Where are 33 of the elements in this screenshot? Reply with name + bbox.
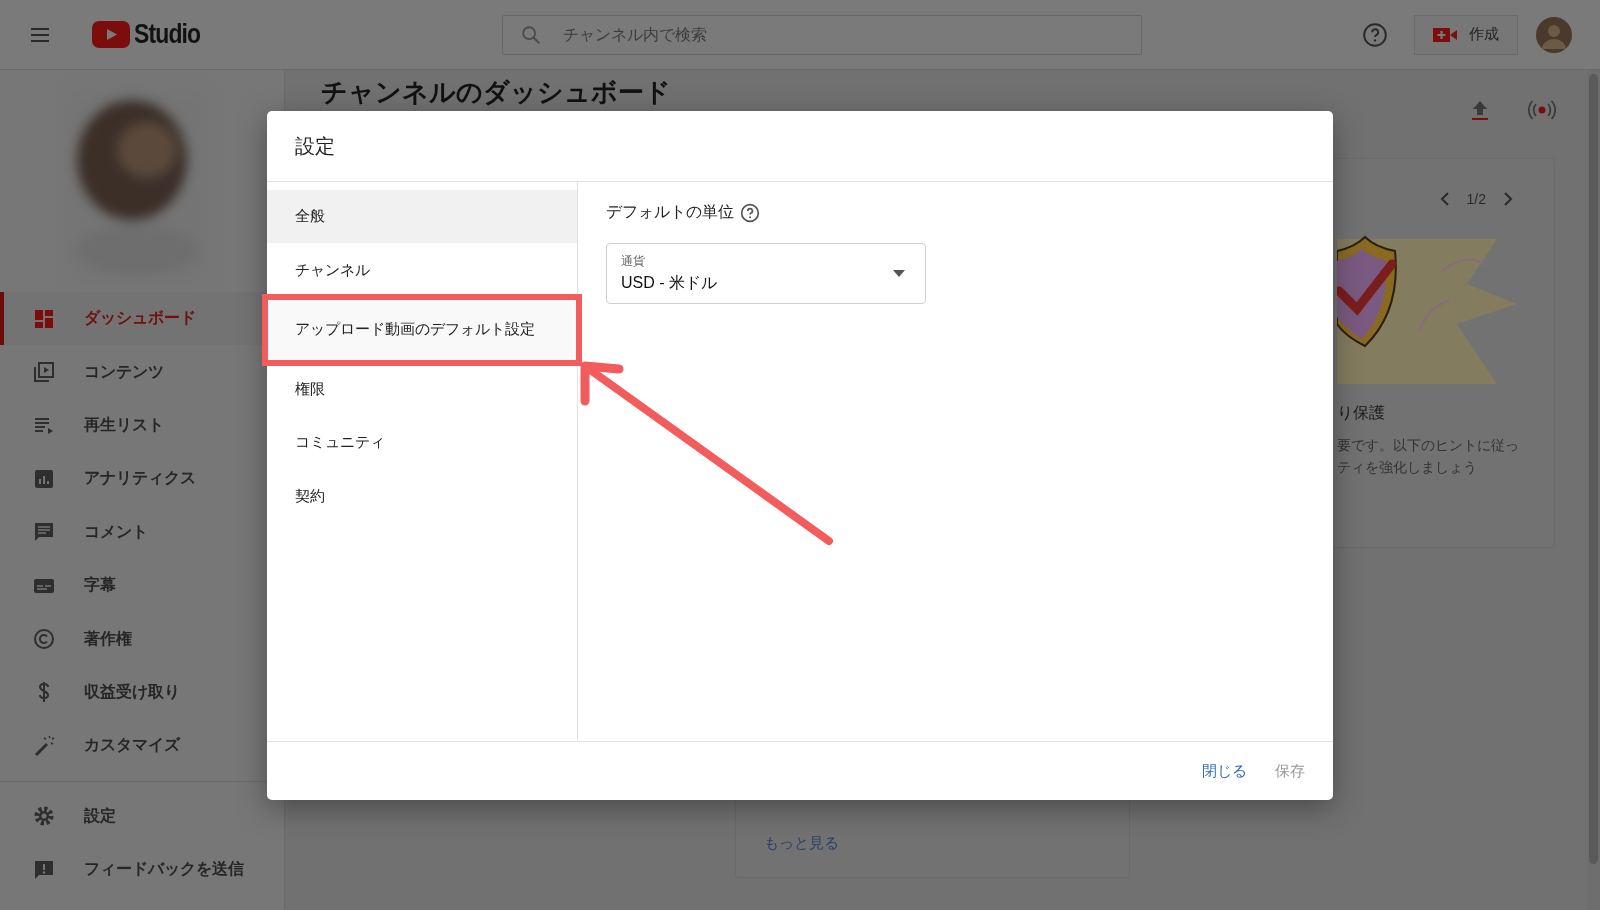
page-title: チャンネルのダッシュボード: [321, 76, 671, 108]
help-icon[interactable]: [740, 202, 760, 223]
avatar[interactable]: [1536, 16, 1572, 53]
settings-tab[interactable]: アップロード動画のデフォルト設定: [265, 296, 579, 363]
section-title: デフォルトの単位: [606, 202, 734, 222]
copyright-icon: [32, 627, 56, 652]
play-logo-icon: [92, 21, 130, 48]
sidebar-item[interactable]: 収益受け取り: [0, 665, 284, 720]
close-button[interactable]: 閉じる: [1192, 753, 1257, 789]
tip-text: 要です。以下のヒントに従っ: [1337, 436, 1520, 455]
magic-wand-icon: [32, 733, 56, 758]
tip-title: り保護: [1337, 403, 1386, 423]
sidebar-item[interactable]: フィードバックを送信: [0, 842, 284, 897]
sidebar-item[interactable]: カスタマイズ: [0, 719, 284, 773]
live-icon[interactable]: [1528, 98, 1556, 122]
more-link[interactable]: もっと見る: [764, 834, 1101, 853]
dialog-title: 設定: [295, 133, 335, 159]
video-library-icon: [32, 360, 56, 385]
currency-select[interactable]: 通貨 USD - 米ドル: [606, 243, 926, 304]
help-icon[interactable]: [1362, 21, 1388, 48]
search-field[interactable]: チャンネル内で検索: [502, 14, 1142, 55]
video-plus-icon: [1433, 26, 1457, 43]
sidebar-item[interactable]: 字幕: [0, 558, 284, 613]
chevron-right-icon[interactable]: [1502, 191, 1514, 207]
sidebar-item[interactable]: 設定: [0, 789, 284, 843]
settings-tab[interactable]: 全般: [267, 190, 577, 244]
search-icon: [520, 23, 542, 46]
dropdown-caret-icon: [893, 270, 905, 277]
logo-text: Studio: [134, 19, 201, 50]
create-button[interactable]: 作成: [1414, 14, 1518, 55]
chevron-left-icon[interactable]: [1438, 191, 1451, 207]
sidebar-item[interactable]: 著作権: [0, 612, 284, 666]
page-counter: 1/2: [1466, 191, 1486, 207]
